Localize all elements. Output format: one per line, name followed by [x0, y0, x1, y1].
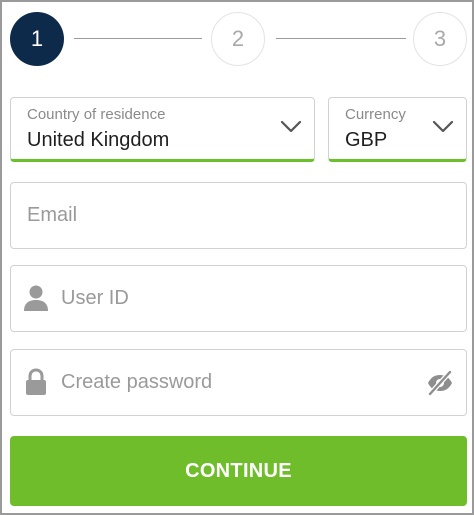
- step-1-indicator: 1: [10, 12, 64, 66]
- user-id-placeholder: User ID: [61, 287, 129, 309]
- country-select[interactable]: Country of residence United Kingdom: [10, 97, 315, 162]
- currency-value: GBP: [345, 129, 388, 151]
- country-value: United Kingdom: [27, 129, 170, 151]
- step-3-number: 3: [433, 26, 447, 51]
- currency-label: Currency: [345, 106, 406, 123]
- step-1-number: 1: [30, 26, 44, 51]
- lock-icon: [26, 368, 46, 395]
- step-connector-1-2: [74, 38, 202, 39]
- step-3-indicator: 3: [413, 12, 467, 66]
- password-field[interactable]: Create password: [10, 349, 467, 416]
- chevron-down-icon: [280, 120, 302, 133]
- eye-off-icon[interactable]: [426, 370, 454, 396]
- email-field[interactable]: Email: [10, 182, 467, 249]
- email-placeholder: Email: [27, 204, 78, 226]
- user-id-field[interactable]: User ID: [10, 265, 467, 332]
- currency-select[interactable]: Currency GBP: [328, 97, 467, 162]
- step-2-number: 2: [231, 26, 245, 51]
- step-2-indicator: 2: [211, 12, 265, 66]
- step-connector-2-3: [276, 38, 406, 39]
- password-placeholder: Create password: [61, 371, 213, 393]
- country-label: Country of residence: [27, 106, 166, 123]
- continue-button[interactable]: CONTINUE: [10, 436, 467, 506]
- chevron-down-icon: [432, 120, 454, 133]
- user-icon: [24, 285, 48, 311]
